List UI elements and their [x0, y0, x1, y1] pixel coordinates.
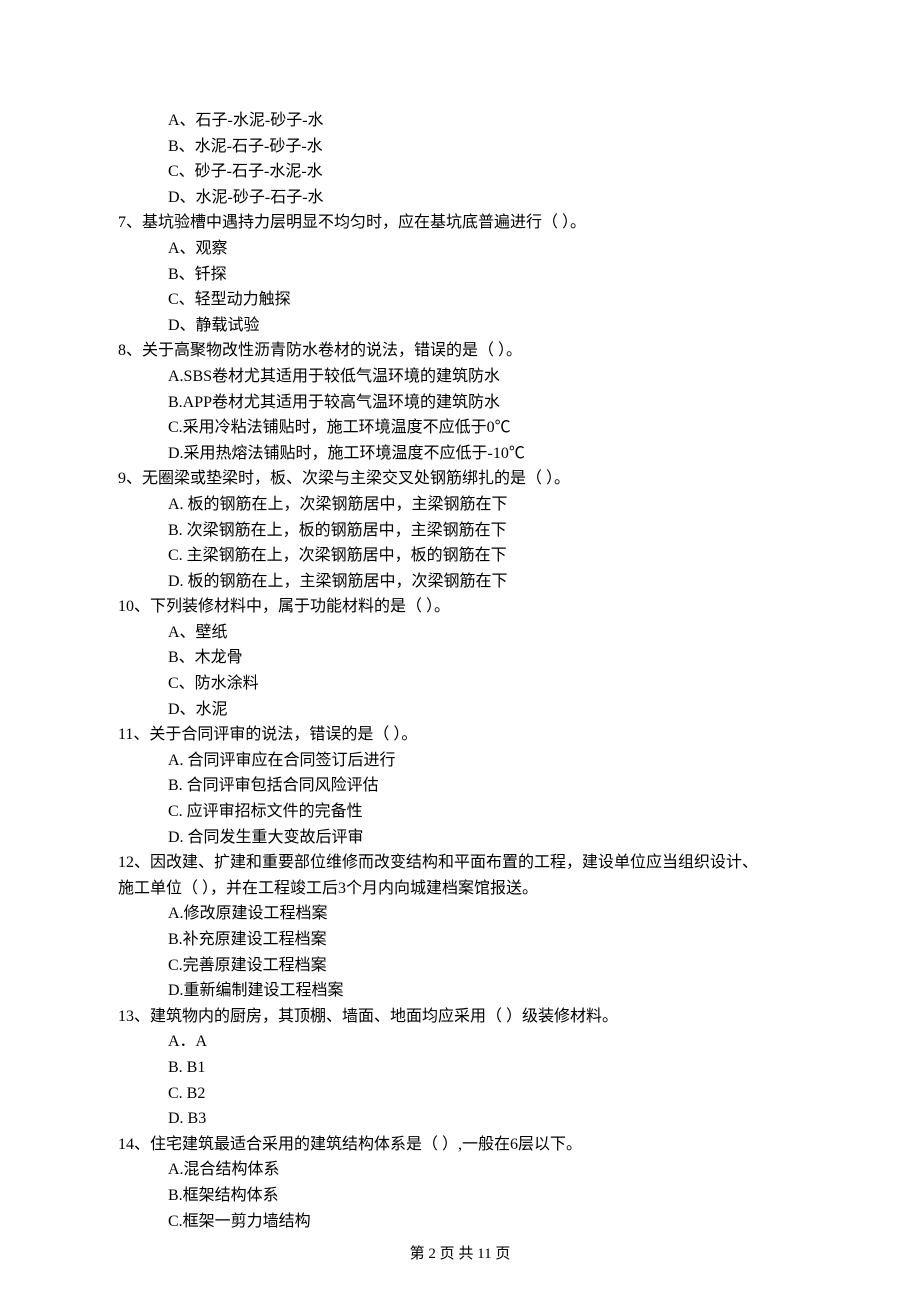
q9-choice-a: A. 板的钢筋在上，次梁钢筋居中，主梁钢筋在下 — [118, 492, 802, 518]
q13-choice-c: C. B2 — [118, 1081, 802, 1107]
q7-choice-b: B、钎探 — [118, 262, 802, 288]
document-page: A、石子-水泥-砂子-水 B、水泥-石子-砂子-水 C、砂子-石子-水泥-水 D… — [0, 0, 920, 1302]
q12-choice-b: B.补充原建设工程档案 — [118, 927, 802, 953]
q6-choice-a: A、石子-水泥-砂子-水 — [118, 108, 802, 134]
q10-stem: 10、下列装修材料中，属于功能材料的是（ ）。 — [118, 594, 802, 620]
q11-stem: 11、关于合同评审的说法，错误的是（ ）。 — [118, 722, 802, 748]
page-footer: 第 2 页 共 11 页 — [0, 1242, 920, 1266]
q14-stem: 14、住宅建筑最适合采用的建筑结构体系是（ ）,一般在6层以下。 — [118, 1132, 802, 1158]
q7-choice-a: A、观察 — [118, 236, 802, 262]
q14-choice-b: B.框架结构体系 — [118, 1183, 802, 1209]
q9-choice-d: D. 板的钢筋在上，主梁钢筋居中，次梁钢筋在下 — [118, 569, 802, 595]
q11-choice-d: D. 合同发生重大变故后评审 — [118, 825, 802, 851]
q8-stem: 8、关于高聚物改性沥青防水卷材的说法，错误的是（ ）。 — [118, 338, 802, 364]
q9-choice-c: C. 主梁钢筋在上，次梁钢筋居中，板的钢筋在下 — [118, 543, 802, 569]
q12-stem-line1: 12、因改建、扩建和重要部位维修而改变结构和平面布置的工程，建设单位应当组织设计… — [118, 850, 802, 876]
q12-choice-a: A.修改原建设工程档案 — [118, 901, 802, 927]
q14-choice-c: C.框架一剪力墙结构 — [118, 1209, 802, 1235]
q10-choice-d: D、水泥 — [118, 697, 802, 723]
q12-choice-d: D.重新编制建设工程档案 — [118, 978, 802, 1004]
q12-choice-c: C.完善原建设工程档案 — [118, 953, 802, 979]
q13-choice-a: A．A — [118, 1029, 802, 1055]
q6-choice-d: D、水泥-砂子-石子-水 — [118, 185, 802, 211]
q11-choice-a: A. 合同评审应在合同签订后进行 — [118, 748, 802, 774]
q9-choice-b: B. 次梁钢筋在上，板的钢筋居中，主梁钢筋在下 — [118, 518, 802, 544]
q7-choice-c: C、轻型动力触探 — [118, 287, 802, 313]
q12-stem-line2: 施工单位（ ），并在工程竣工后3个月内向城建档案馆报送。 — [118, 876, 802, 902]
q6-choice-c: C、砂子-石子-水泥-水 — [118, 159, 802, 185]
q10-choice-a: A、壁纸 — [118, 620, 802, 646]
q9-stem: 9、无圈梁或垫梁时，板、次梁与主梁交叉处钢筋绑扎的是（ ）。 — [118, 466, 802, 492]
q7-stem: 7、基坑验槽中遇持力层明显不均匀时，应在基坑底普遍进行（ ）。 — [118, 210, 802, 236]
q13-choice-b: B. B1 — [118, 1055, 802, 1081]
q8-choice-b: B.APP卷材尤其适用于较高气温环境的建筑防水 — [118, 390, 802, 416]
q8-choice-a: A.SBS卷材尤其适用于较低气温环境的建筑防水 — [118, 364, 802, 390]
q6-choice-b: B、水泥-石子-砂子-水 — [118, 134, 802, 160]
q7-choice-d: D、静载试验 — [118, 313, 802, 339]
q14-choice-a: A.混合结构体系 — [118, 1157, 802, 1183]
q10-choice-b: B、木龙骨 — [118, 645, 802, 671]
q13-stem: 13、建筑物内的厨房，其顶棚、墙面、地面均应采用（ ）级装修材料。 — [118, 1004, 802, 1030]
q11-choice-c: C. 应评审招标文件的完备性 — [118, 799, 802, 825]
q10-choice-c: C、防水涂料 — [118, 671, 802, 697]
q8-choice-c: C.采用冷粘法铺贴时，施工环境温度不应低于0℃ — [118, 415, 802, 441]
q13-choice-d: D. B3 — [118, 1106, 802, 1132]
q8-choice-d: D.采用热熔法铺贴时，施工环境温度不应低于-10℃ — [118, 441, 802, 467]
q11-choice-b: B. 合同评审包括合同风险评估 — [118, 773, 802, 799]
